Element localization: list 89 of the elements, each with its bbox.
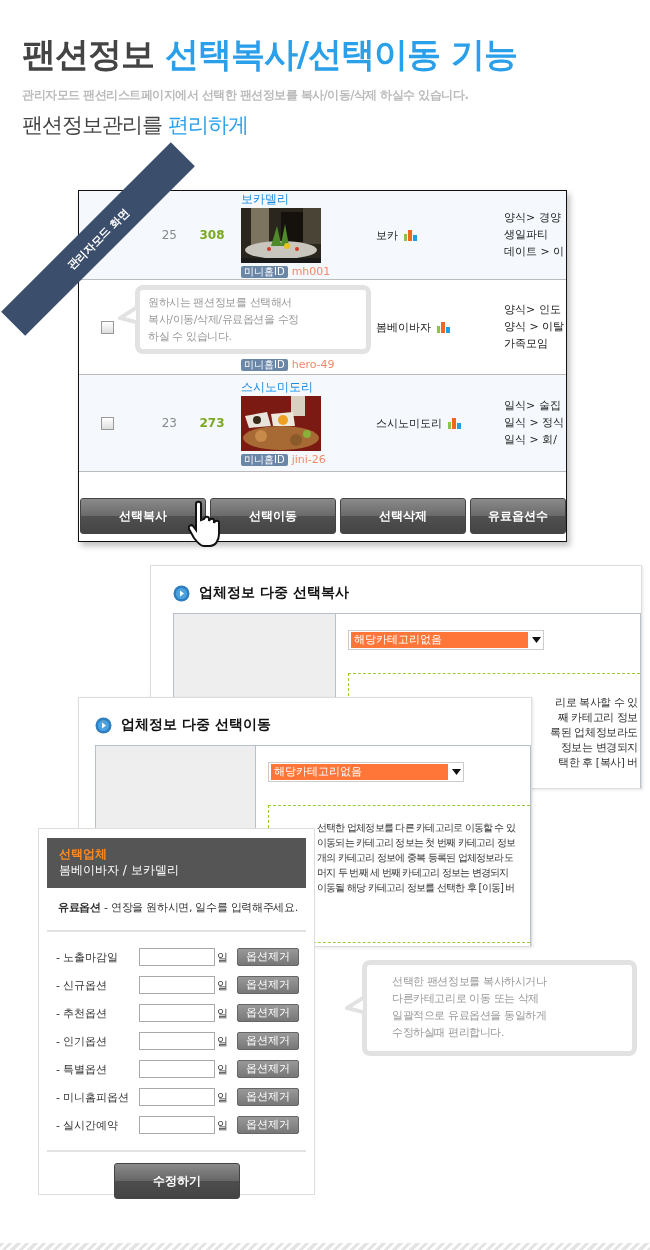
page-tagline: 팬션정보관리를 편리하게 (22, 112, 249, 139)
remove-option-button[interactable]: 옵션제거 (237, 1032, 299, 1050)
score-number: 273 (198, 416, 226, 430)
option-label: - 실시간예약 (56, 1117, 120, 1133)
unit-label: 일 (216, 1117, 229, 1133)
option-label: - 추천옵션 (56, 1005, 109, 1021)
checkbox[interactable] (100, 320, 114, 334)
mini-home-badge: 미니홈ID (241, 358, 288, 371)
help-tooltip: 원하시는 팬션정보를 선택해서 복사/이동/삭제/유료옵션을 수정 하실 수 있습니다. (135, 285, 371, 354)
rank-number: 25 (160, 228, 178, 242)
category-text: 일식> 술집 (504, 399, 562, 413)
listing-name: 봄베이바자 (376, 319, 431, 335)
caret-icon (452, 769, 461, 775)
option-label: - 특별옵션 (56, 1061, 109, 1077)
option-label: - 노출마감일 (56, 949, 120, 965)
tooltip-tail (345, 996, 363, 1014)
category-text: 일식 > 정식 (504, 416, 566, 430)
mini-home-badge: 미니홈ID (241, 265, 288, 278)
unit-label: 일 (216, 977, 229, 993)
listing-title-link[interactable]: 보카델리 (241, 192, 289, 206)
days-input-field[interactable] (139, 1116, 215, 1134)
days-input-field[interactable] (139, 1004, 215, 1022)
remove-option-button[interactable]: 옵션제거 (237, 1004, 299, 1022)
notice-line: 선택한 업체정보를 다른 카테고리로 이동할 수 있 (317, 822, 517, 834)
action-button[interactable]: 선택이동 (210, 498, 336, 534)
category-text: 일식 > 회/ (504, 433, 558, 447)
action-button[interactable]: 유료옵션수 (470, 498, 566, 534)
days-input-field[interactable] (139, 1088, 215, 1106)
days-input-field[interactable] (139, 976, 215, 994)
caret-icon (532, 637, 541, 643)
listing-name: 스시노미도리 (376, 415, 442, 431)
page-title: 팬션정보 선택복사/선택이동 기능 (22, 33, 519, 76)
mini-home-id: jini-26 (291, 453, 326, 466)
notice-line: 이동될 해당 카테고리 정보를 선택한 후 [이동] 버 (317, 882, 516, 894)
submit-button[interactable]: 수정하기 (113, 1163, 240, 1199)
remove-option-button[interactable]: 옵션제거 (237, 976, 299, 994)
notice-line: 리로 복사할 수 있 (555, 696, 638, 708)
notice-line: 록된 업체정보라도 (550, 726, 638, 738)
selected-label: 선택업체 (59, 847, 108, 862)
dialog-title: 업체정보 다중 선택복사 (199, 584, 349, 602)
category-select[interactable]: 해당카테고리없음 (348, 630, 544, 650)
option-label: - 신규옵션 (56, 977, 109, 993)
mini-home-id: hero-49 (291, 358, 335, 371)
option-label: - 미니홈피옵션 (56, 1089, 131, 1105)
action-button[interactable]: 선택삭제 (340, 498, 466, 534)
remove-option-button[interactable]: 옵션제거 (237, 1060, 299, 1078)
selected-companies: 봄베이바자 / 보카델리 (59, 862, 180, 878)
notice-line: 머지 두 번째 세 번째 카테고리 정보는 변경되지 (317, 867, 510, 879)
bullet-arrow-icon (173, 584, 190, 602)
unit-label: 일 (216, 1033, 229, 1049)
category-text: 양식> 인도 (504, 303, 562, 317)
category-text: 가족모임 (504, 337, 549, 351)
category-text: 데이트 > 이 (504, 245, 566, 259)
remove-option-button[interactable]: 옵션제거 (237, 1116, 299, 1134)
page-subtitle: 관리자모드 팬션리스트페이지에서 선택한 팬션정보를 복사/이동/삭제 하실수 있습니다. (22, 88, 470, 103)
notice-line: 정보는 변경되지 (560, 741, 638, 753)
unit-label: 일 (216, 1089, 229, 1105)
info-tooltip: 선택한 팬션정보를 복사하시거나 다른카테고리로 이동 또는 삭제 일괄적으로 유료옵션을 동일하게 수정하실때 편리합니다. (362, 960, 637, 1056)
rank-number: 23 (160, 416, 178, 430)
days-input-field[interactable] (139, 1032, 215, 1050)
notice-line: 택한 후 [복사] 버 (558, 756, 638, 768)
dialog-title: 업체정보 다중 선택이동 (121, 716, 271, 734)
bar-chart-icon (404, 229, 418, 241)
category-text: 양식 > 이탈 (504, 320, 566, 334)
days-input-field[interactable] (139, 1060, 215, 1078)
listing-title-link[interactable]: 스시노미도리 (241, 380, 313, 394)
notice-line: 째 카테고리 정보 (557, 711, 638, 723)
listing-name: 보카 (376, 227, 398, 243)
checkbox[interactable] (100, 416, 114, 430)
unit-label: 일 (216, 949, 229, 965)
bullet-arrow-icon (95, 716, 112, 734)
bar-chart-icon (437, 321, 451, 333)
score-number: 308 (198, 228, 226, 242)
tooltip-tail (118, 306, 136, 324)
option-note: 유료옵션 - 연장을 원하시면, 일수를 입력해주세요. (47, 888, 306, 932)
unit-label: 일 (216, 1061, 229, 1077)
bar-chart-icon (448, 417, 462, 429)
category-select[interactable]: 해당카테고리없음 (268, 762, 464, 782)
remove-option-button[interactable]: 옵션제거 (237, 948, 299, 966)
days-input-field[interactable] (139, 948, 215, 966)
notice-line: 개의 카테고리 정보에 중복 등록된 업체정보라도 (317, 852, 514, 864)
notice-line: 이동되는 카테고리 정보는 첫 번째 카테고리 정보 (317, 837, 517, 849)
mini-home-id: mh001 (291, 265, 331, 278)
option-label: - 인기옵션 (56, 1033, 109, 1049)
category-text: 생일파티 (504, 228, 549, 242)
unit-label: 일 (216, 1005, 229, 1021)
remove-option-button[interactable]: 옵션제거 (237, 1088, 299, 1106)
category-text: 양식> 경양 (504, 211, 562, 225)
mini-home-badge: 미니홈ID (241, 453, 288, 466)
